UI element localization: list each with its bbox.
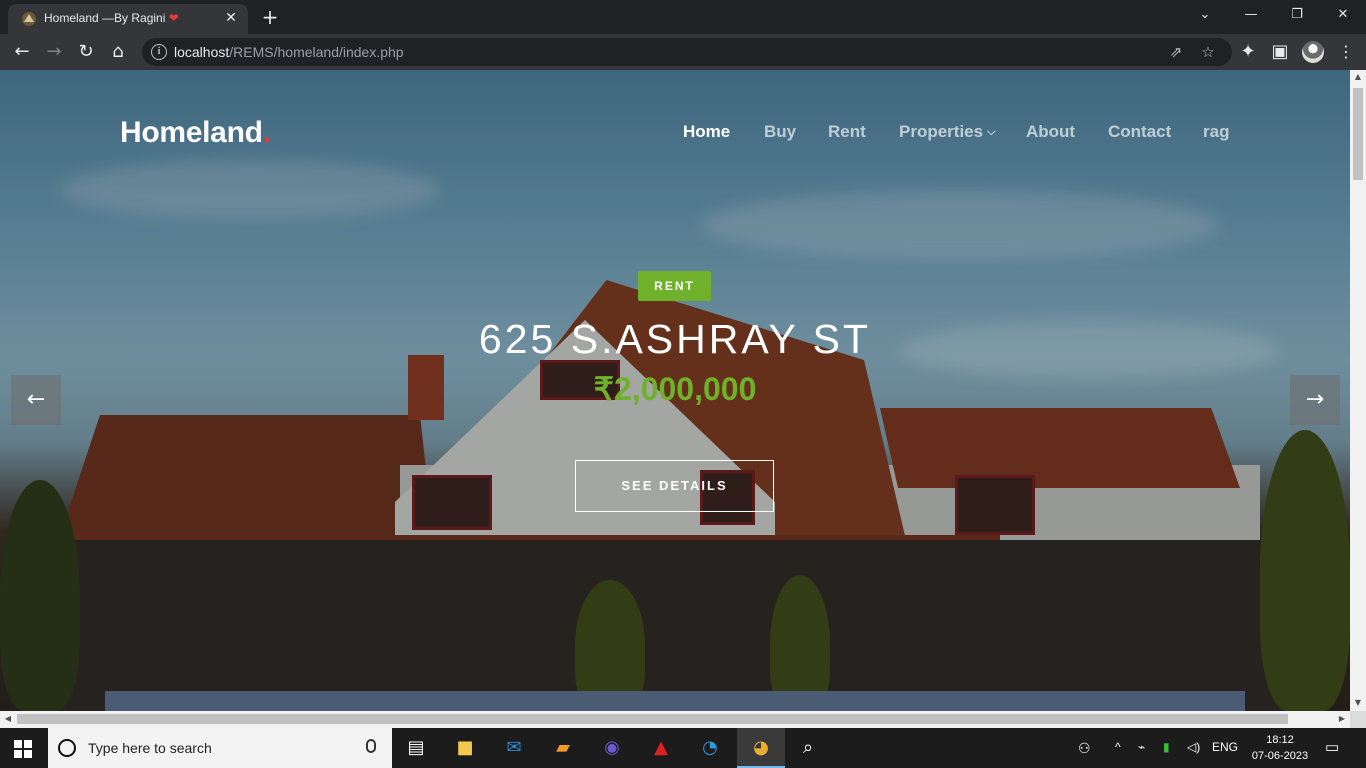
url-host: localhost xyxy=(174,44,230,60)
mail-icon[interactable]: ✉ xyxy=(490,728,538,768)
search-placeholder: Type here to search xyxy=(88,740,212,756)
bookmark-star-icon[interactable]: ☆ xyxy=(1198,42,1218,62)
chevron-down-icon: ⌵ xyxy=(987,126,996,138)
logo-text: Homeland xyxy=(120,116,263,149)
browser-toolbar: ← → ↻ ⌂ i localhost/REMS/homeland/index.… xyxy=(0,34,1366,70)
system-clock[interactable]: 18:12 07-06-2023 xyxy=(1250,732,1310,764)
browser-tab-active[interactable]: Homeland —By Ragini ❤ ✕ xyxy=(8,4,248,34)
file-explorer-icon[interactable]: ■ xyxy=(441,728,489,768)
clock-time: 18:12 xyxy=(1266,734,1294,746)
nav-contact[interactable]: Contact xyxy=(1108,122,1171,142)
share-icon[interactable]: ⇗ xyxy=(1166,42,1186,62)
nav-user[interactable]: rag xyxy=(1203,122,1229,142)
carousel-next-button[interactable]: → xyxy=(1290,375,1340,425)
url-path: /REMS/homeland/index.php xyxy=(229,44,404,60)
side-panel-icon[interactable]: ▣ xyxy=(1268,40,1292,64)
taskbar-search-input[interactable]: Type here to search xyxy=(48,728,392,768)
extensions-icon[interactable]: ✦ xyxy=(1236,40,1260,64)
reload-icon[interactable]: ↻ xyxy=(74,40,98,64)
battery-icon[interactable]: ▮ xyxy=(1163,740,1170,754)
minimize-icon[interactable]: — xyxy=(1228,0,1274,30)
url-text[interactable]: localhost/REMS/homeland/index.php xyxy=(174,44,404,60)
task-view-icon[interactable]: ▤ xyxy=(392,728,440,768)
windows-start-icon[interactable] xyxy=(14,740,32,758)
windows-taskbar: Type here to search ▤ ■ ✉ ▰ ◉ ▲ ◔ ◕ ⌕ ⚇ … xyxy=(0,728,1366,768)
search-form-strip xyxy=(105,691,1245,711)
nav-buy[interactable]: Buy xyxy=(764,122,796,142)
edge-icon[interactable]: ◔ xyxy=(686,728,734,768)
status-badge: RENT xyxy=(638,271,711,301)
back-icon[interactable]: ← xyxy=(10,40,34,64)
logo-dot: . xyxy=(262,116,271,149)
scroll-left-icon[interactable]: ◀ xyxy=(0,714,16,723)
volume-icon[interactable]: ◁) xyxy=(1187,740,1200,754)
home-icon[interactable]: ⌂ xyxy=(106,40,130,64)
search-app-icon[interactable]: ⌕ xyxy=(784,728,832,768)
tab-title: Homeland —By Ragini ❤ xyxy=(44,11,179,25)
chevron-up-icon[interactable]: ^ xyxy=(1115,740,1121,754)
nav-home[interactable]: Home xyxy=(683,122,730,142)
horizontal-scroll-thumb[interactable] xyxy=(17,714,1288,724)
language-indicator[interactable]: ENG xyxy=(1212,740,1238,754)
site-info-icon[interactable]: i xyxy=(151,44,167,60)
tab-close-icon[interactable]: ✕ xyxy=(222,9,240,27)
nav-properties-label: Properties xyxy=(899,122,984,141)
nav-rent[interactable]: Rent xyxy=(828,122,866,142)
eclipse-icon[interactable]: ◉ xyxy=(588,728,636,768)
carousel-prev-button[interactable]: ← xyxy=(11,375,61,425)
scroll-right-icon[interactable]: ▶ xyxy=(1334,714,1350,723)
nav-properties[interactable]: Properties ⌵ xyxy=(899,122,995,142)
forward-icon[interactable]: → xyxy=(42,40,66,64)
property-price: ₹2,000,000 xyxy=(593,371,757,407)
restore-icon[interactable]: ❐ xyxy=(1274,0,1320,30)
horizontal-scrollbar[interactable]: ◀ ▶ xyxy=(0,711,1350,728)
nav-about[interactable]: About xyxy=(1026,122,1075,142)
acrobat-icon[interactable]: ▲ xyxy=(637,728,685,768)
profile-avatar[interactable] xyxy=(1302,41,1324,63)
microphone-icon[interactable] xyxy=(366,739,376,753)
sublime-text-icon[interactable]: ▰ xyxy=(539,728,587,768)
property-title: 625 S.ASHRAY ST xyxy=(478,316,872,362)
vertical-scrollbar[interactable]: ▲ ▼ xyxy=(1350,70,1366,711)
window-close-icon[interactable]: ✕ xyxy=(1320,0,1366,30)
network-icon[interactable]: ⌁ xyxy=(1138,740,1145,754)
arrow-right-icon: → xyxy=(1305,387,1325,412)
address-bar[interactable]: i localhost/REMS/homeland/index.php ⇗ ☆ xyxy=(142,38,1232,66)
arrow-left-icon: ← xyxy=(26,387,46,412)
tab-search-icon[interactable]: ⌄ xyxy=(1182,0,1228,30)
vertical-scroll-thumb[interactable] xyxy=(1353,88,1363,180)
scroll-up-icon[interactable]: ▲ xyxy=(1350,72,1366,81)
site-logo[interactable]: Homeland. xyxy=(120,116,271,150)
tab-title-text: Homeland —By Ragini xyxy=(44,11,166,25)
new-tab-button[interactable]: + xyxy=(259,6,281,28)
favicon-icon xyxy=(22,12,36,26)
menu-kebab-icon[interactable]: ⋮ xyxy=(1334,40,1358,64)
scrollbar-corner xyxy=(1350,711,1366,728)
browser-tab-bar: Homeland —By Ragini ❤ ✕ + ⌄ — ❐ ✕ xyxy=(0,0,1366,34)
see-details-button[interactable]: SEE DETAILS xyxy=(575,460,774,512)
chrome-icon[interactable]: ◕ xyxy=(737,728,785,768)
cortana-icon xyxy=(58,739,76,757)
notifications-icon[interactable]: ▭ xyxy=(1325,738,1339,756)
people-icon[interactable]: ⚇ xyxy=(1078,740,1091,757)
page-viewport: Homeland. Home Buy Rent Properties ⌵ Abou… xyxy=(0,70,1350,711)
heart-icon: ❤ xyxy=(168,11,179,25)
scroll-down-icon[interactable]: ▼ xyxy=(1350,698,1366,707)
clock-date: 07-06-2023 xyxy=(1251,750,1309,762)
